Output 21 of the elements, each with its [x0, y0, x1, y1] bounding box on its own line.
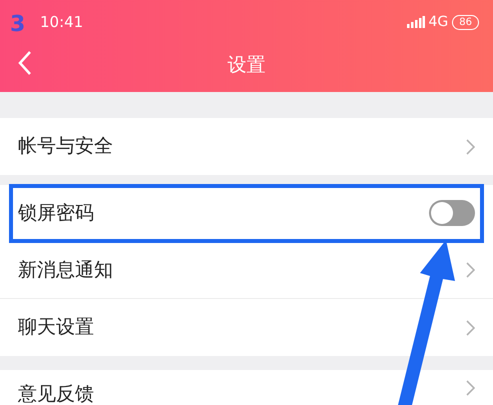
- setting-label: 意见反馈: [18, 382, 94, 405]
- page-title: 设置: [228, 52, 266, 78]
- signal-icon: [406, 16, 424, 28]
- toggle-switch[interactable]: [429, 200, 475, 226]
- chevron-icon: [466, 262, 475, 278]
- setting-row[interactable]: 帐号与安全: [0, 118, 493, 175]
- back-icon[interactable]: [18, 50, 32, 76]
- setting-label: 帐号与安全: [18, 134, 113, 160]
- setting-label: 聊天设置: [18, 315, 94, 340]
- setting-row[interactable]: 聊天设置: [0, 299, 493, 356]
- setting-row[interactable]: 意见反馈: [0, 370, 493, 405]
- highlighted-setting-row[interactable]: 锁屏密码: [10, 185, 483, 242]
- status-time: 10:41: [40, 12, 84, 33]
- chevron-icon: [466, 380, 475, 396]
- setting-label: 锁屏密码: [18, 200, 94, 226]
- battery-level: 86: [452, 14, 479, 30]
- chevron-icon: [466, 138, 475, 154]
- network-label: 4G: [428, 12, 448, 32]
- step-number: 3: [10, 14, 26, 36]
- setting-label: 新消息通知: [18, 258, 113, 283]
- chevron-icon: [466, 320, 475, 336]
